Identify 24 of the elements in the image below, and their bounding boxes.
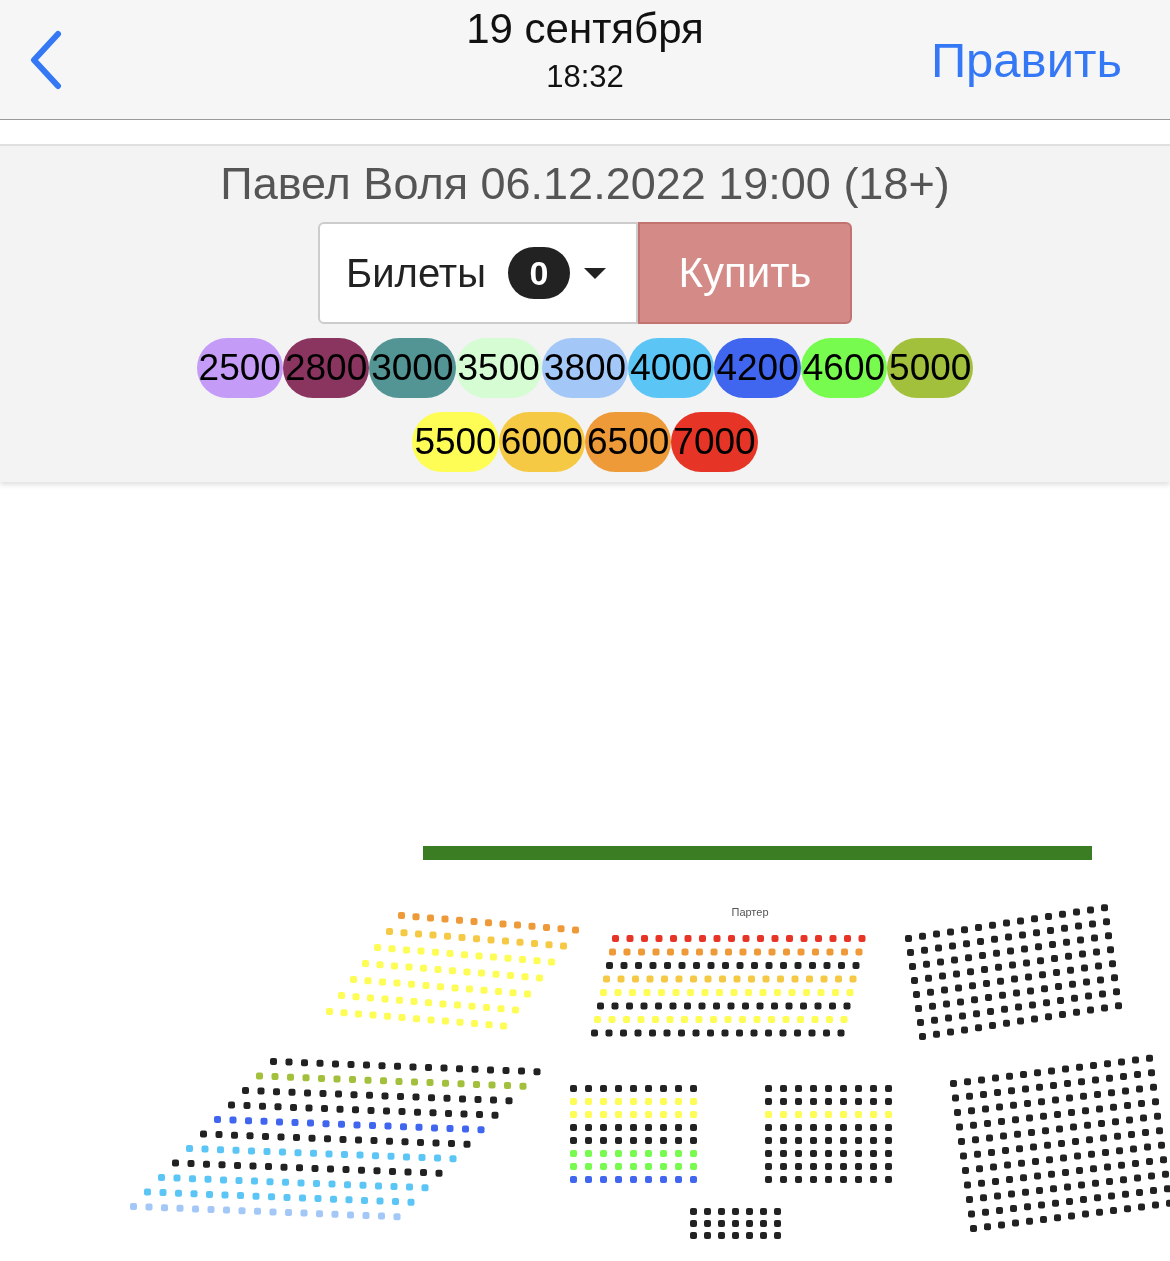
nav-title: 19 сентября (466, 4, 704, 54)
price-tag: 5000 (887, 338, 974, 398)
price-tag: 5500 (412, 412, 499, 472)
price-tag: 4000 (628, 338, 715, 398)
tickets-label: Билеты (346, 250, 486, 296)
section-label: Партер (731, 906, 769, 918)
price-tag: 4200 (714, 338, 801, 398)
caret-icon (583, 267, 606, 279)
price-tag: 4600 (800, 338, 888, 398)
price-tag: 3800 (541, 338, 629, 398)
price-tag: 3500 (455, 338, 542, 398)
price-tag: 2800 (282, 338, 370, 398)
nav-subtitle: 18:32 (546, 58, 624, 96)
price-tag: 6000 (498, 412, 585, 472)
tickets-dropdown[interactable]: Билеты 0 (318, 222, 638, 324)
price-tag: 3000 (369, 338, 456, 398)
price-tag: 7000 (671, 412, 758, 472)
buy-button[interactable]: Купить (638, 222, 852, 324)
back-icon[interactable] (28, 29, 64, 90)
edit-link[interactable]: Править (930, 31, 1122, 88)
price-tag: 6500 (585, 412, 672, 472)
event-title: Павел Воля 06.12.2022 19:00 (18+) (220, 157, 950, 211)
ticket-count: 0 (507, 247, 570, 299)
price-tag: 2500 (196, 338, 283, 398)
